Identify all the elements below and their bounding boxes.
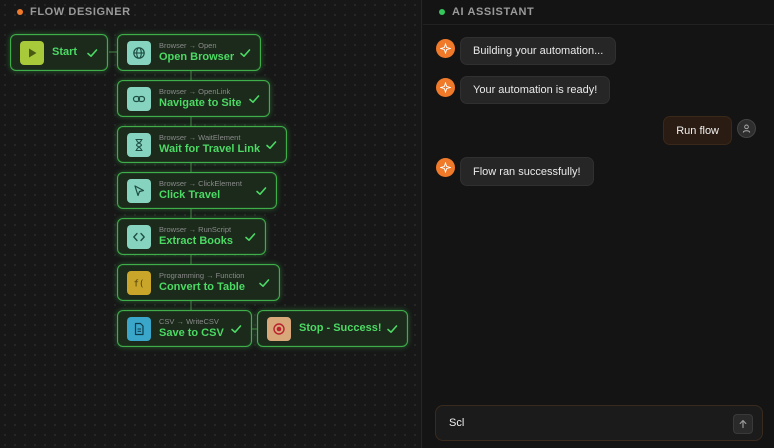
flow-node-open-browser[interactable]: Browser → Open Open Browser	[117, 34, 261, 71]
panel-title: AI ASSISTANT	[452, 6, 535, 18]
flow-node-save-to-csv[interactable]: CSV → WriteCSV Save to CSV	[117, 310, 252, 347]
flow-node-extract-books[interactable]: Browser → RunScript Extract Books	[117, 218, 266, 255]
arrow-up-icon	[739, 420, 747, 429]
node-title: Wait for Travel Link	[159, 143, 261, 156]
message-text: Flow ran successfully!	[473, 165, 581, 178]
ai-assistant-panel: AI ASSISTANT Building your automation...…	[423, 0, 774, 448]
node-title: Convert to Table	[159, 281, 245, 294]
node-subtitle: Browser → Open	[159, 40, 217, 50]
cursor-icon	[127, 178, 151, 203]
flow-node-stop-success[interactable]: Stop - Success!	[257, 310, 408, 347]
node-title: Click Travel	[159, 189, 221, 202]
node-title: Open Browser	[159, 51, 235, 64]
checkmark-icon	[259, 278, 270, 287]
message-text: Building your automation...	[473, 45, 604, 57]
node-title: Start	[52, 46, 78, 58]
checkmark-icon	[240, 48, 251, 57]
link-icon	[127, 86, 151, 111]
stop-icon	[267, 316, 291, 341]
divider	[423, 24, 774, 25]
chat-input-container[interactable]	[435, 405, 763, 441]
bot-avatar-icon	[436, 39, 455, 58]
checkmark-icon	[245, 232, 256, 241]
bot-avatar-icon	[436, 158, 455, 177]
checkmark-icon	[249, 94, 260, 103]
chat-message-bot: Building your automation...	[460, 37, 617, 65]
ai-assistant-header: AI ASSISTANT	[423, 0, 774, 24]
node-title: Stop - Success!	[299, 322, 382, 334]
user-avatar-icon	[737, 119, 756, 138]
flow-node-convert-to-table[interactable]: f( Programming → Function Convert to Tab…	[117, 264, 280, 301]
globe-icon	[127, 40, 151, 65]
flow-node-wait-for-travel-link[interactable]: Browser → WaitElement Wait for Travel Li…	[117, 126, 287, 163]
checkmark-icon	[387, 324, 398, 333]
chat-message-bot: Your automation is ready!	[460, 76, 611, 104]
node-subtitle: Browser → OpenLink	[159, 86, 231, 96]
node-subtitle: CSV → WriteCSV	[159, 316, 219, 326]
node-subtitle: Programming → Function	[159, 270, 245, 280]
checkmark-icon	[256, 186, 267, 195]
status-dot	[439, 9, 445, 15]
flow-designer-panel[interactable]: FLOW DESIGNER Start Browser → Open Open …	[0, 0, 422, 448]
status-dot	[17, 9, 23, 15]
send-button[interactable]	[733, 414, 753, 434]
node-subtitle: Browser → RunScript	[159, 224, 232, 234]
chat-input[interactable]	[449, 417, 709, 429]
hourglass-icon	[127, 132, 151, 157]
bot-avatar-icon	[436, 78, 455, 97]
message-text: Run flow	[676, 124, 719, 137]
node-title: Extract Books	[159, 235, 233, 248]
checkmark-icon	[87, 48, 98, 57]
flow-designer-header: FLOW DESIGNER	[0, 0, 421, 24]
function-icon: f(	[127, 270, 151, 295]
node-title: Save to CSV	[159, 327, 224, 340]
chat-message-bot: Flow ran successfully!	[460, 157, 594, 186]
chat-message-user: Run flow	[663, 116, 732, 145]
flow-node-click-travel[interactable]: Browser → ClickElement Click Travel	[117, 172, 277, 209]
flow-node-navigate-to-site[interactable]: Browser → OpenLink Navigate to Site	[117, 80, 270, 117]
file-icon	[127, 316, 151, 341]
message-text: Your automation is ready!	[473, 84, 598, 96]
code-icon	[127, 224, 151, 249]
node-title: Navigate to Site	[159, 97, 242, 110]
checkmark-icon	[266, 140, 277, 149]
panel-title: FLOW DESIGNER	[30, 6, 131, 18]
checkmark-icon	[231, 324, 242, 333]
svg-text:f(: f(	[134, 279, 145, 289]
node-subtitle: Browser → ClickElement	[159, 178, 242, 188]
play-icon	[20, 40, 44, 65]
flow-node-start[interactable]: Start	[10, 34, 108, 71]
node-subtitle: Browser → WaitElement	[159, 132, 241, 142]
